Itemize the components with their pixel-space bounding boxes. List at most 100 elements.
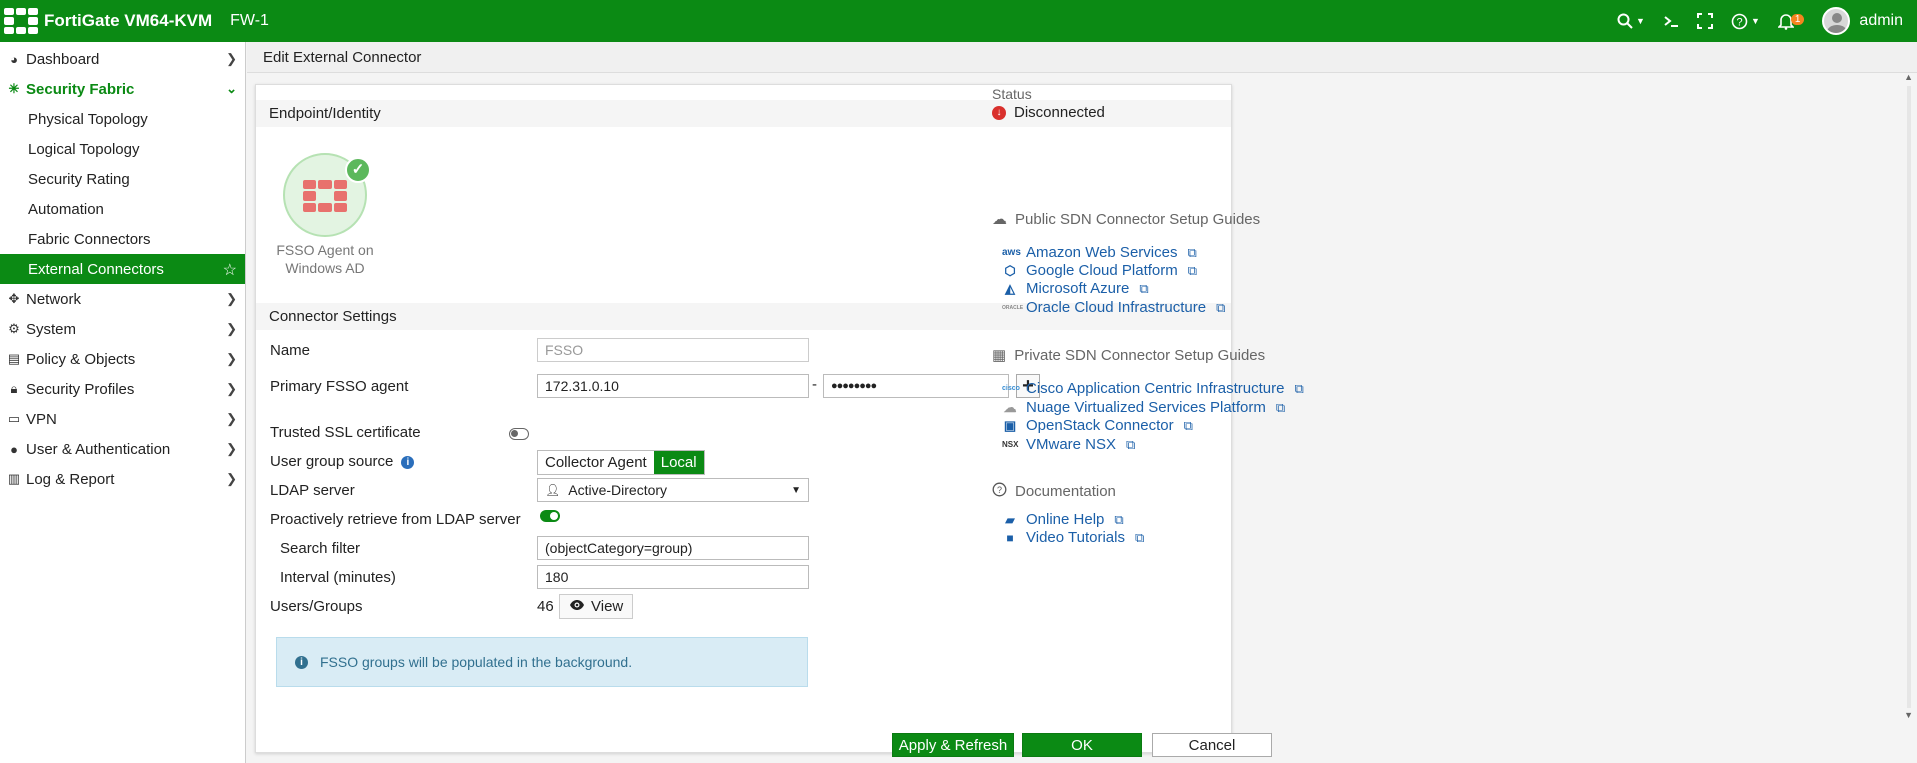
bell-icon[interactable]: 1 bbox=[1777, 13, 1805, 30]
svg-text:?: ? bbox=[997, 485, 1002, 495]
link-gcp[interactable]: ⬡ Google Cloud Platform ⧉ bbox=[1002, 262, 1197, 279]
proactive-toggle[interactable] bbox=[540, 510, 560, 522]
oracle-icon: ORACLE bbox=[1002, 304, 1024, 311]
video-icon: ■ bbox=[1006, 530, 1014, 545]
dashboard-icon: ◕ bbox=[10, 51, 18, 67]
search-icon[interactable]: ▼ bbox=[1617, 13, 1645, 29]
separator: - bbox=[812, 376, 817, 393]
link-azure[interactable]: ◭ Microsoft Azure ⧉ bbox=[1002, 280, 1149, 297]
cancel-button[interactable]: Cancel bbox=[1152, 733, 1272, 757]
cisco-icon: cisco bbox=[1002, 385, 1020, 392]
chevron-down-icon: ▼ bbox=[791, 484, 801, 496]
link-vmware-nsx[interactable]: NSX VMware NSX ⧉ bbox=[1002, 436, 1135, 453]
scrollbar[interactable] bbox=[1907, 86, 1911, 708]
star-icon[interactable]: ☆ bbox=[223, 260, 237, 280]
external-link-icon: ⧉ bbox=[1294, 380, 1304, 396]
link-openstack[interactable]: ▣ OpenStack Connector ⧉ bbox=[1002, 417, 1193, 434]
svg-text:?: ? bbox=[1736, 16, 1742, 28]
status-value: Disconnected bbox=[1014, 104, 1105, 121]
external-link-icon: ⧉ bbox=[1183, 417, 1193, 433]
documentation-header: ? Documentation bbox=[992, 482, 1116, 501]
sidebar-item-logical-topology[interactable]: Logical Topology bbox=[0, 134, 245, 164]
sidebar-item-physical-topology[interactable]: Physical Topology bbox=[0, 104, 245, 134]
external-link-icon: ⧉ bbox=[1114, 511, 1124, 527]
ok-button[interactable]: OK bbox=[1022, 733, 1142, 757]
fullscreen-icon[interactable] bbox=[1696, 13, 1713, 29]
sidebar-item-system[interactable]: ⚙ System ❯ bbox=[0, 314, 245, 344]
aws-icon: aws bbox=[1002, 247, 1021, 258]
link-aws[interactable]: aws Amazon Web Services ⧉ bbox=[1002, 244, 1197, 261]
interval-field[interactable]: 180 bbox=[537, 565, 809, 589]
search-filter-label: Search filter bbox=[280, 540, 361, 557]
sidebar-item-dashboard[interactable]: ◕ Dashboard ❯ bbox=[0, 44, 245, 74]
sidebar-item-vpn[interactable]: ▭ VPN ❯ bbox=[0, 404, 245, 434]
chevron-right-icon: ❯ bbox=[226, 291, 237, 306]
option-local[interactable]: Local bbox=[653, 451, 704, 474]
cloud-icon: ☁ bbox=[992, 211, 1007, 228]
check-icon: ✓ bbox=[345, 157, 371, 183]
ldap-server-value: Active-Directory bbox=[568, 482, 668, 498]
product-name: FortiGate VM64-KVM bbox=[44, 11, 213, 30]
chevron-right-icon: ❯ bbox=[226, 351, 237, 366]
book-icon: ▰ bbox=[1005, 512, 1015, 527]
server-icon: ▦ bbox=[992, 347, 1007, 364]
azure-icon: ◭ bbox=[1005, 280, 1015, 296]
link-oracle[interactable]: ORACLE Oracle Cloud Infrastructure ⧉ bbox=[1002, 299, 1225, 316]
sidebar-item-security-fabric[interactable]: ✳ Security Fabric ⌄ bbox=[0, 74, 245, 104]
sidebar-item-user-authentication[interactable]: ● User & Authentication ❯ bbox=[0, 434, 245, 464]
users-groups-count: 46 bbox=[537, 598, 554, 615]
view-button[interactable]: View bbox=[559, 594, 634, 619]
link-nuage[interactable]: ☁ Nuage Virtualized Services Platform ⧉ bbox=[1002, 399, 1286, 416]
help-icon[interactable]: ? ▼ bbox=[1731, 13, 1760, 30]
sidebar-item-network[interactable]: ✥ Network ❯ bbox=[0, 284, 245, 314]
apply-refresh-button[interactable]: Apply & Refresh bbox=[892, 733, 1014, 757]
tile-label: FSSO Agent on Windows AD bbox=[276, 242, 374, 276]
link-cisco-aci[interactable]: cisco Cisco Application Centric Infrastr… bbox=[1002, 380, 1304, 397]
password-field[interactable]: ●●●●●●●● bbox=[823, 374, 1009, 398]
username: admin bbox=[1859, 12, 1903, 29]
name-label: Name bbox=[270, 342, 311, 359]
top-bar: FortiGate VM64-KVM FW-1 ▼ ? ▼ 1 admin bbox=[0, 0, 1917, 42]
user-group-source-label: User group source bbox=[270, 453, 394, 470]
external-link-icon: ⧉ bbox=[1126, 436, 1136, 452]
trusted-ssl-label: Trusted SSL certificate bbox=[270, 424, 421, 441]
policy-icon: ▤ bbox=[7, 351, 21, 366]
sidebar-item-external-connectors[interactable]: External Connectors ☆ bbox=[0, 254, 245, 284]
sidebar-item-security-profiles[interactable]: 🔒︎ Security Profiles ❯ bbox=[0, 374, 245, 404]
chevron-right-icon: ❯ bbox=[226, 411, 237, 426]
scroll-down-arrow[interactable]: ▼ bbox=[1904, 710, 1913, 720]
chevron-right-icon: ❯ bbox=[226, 321, 237, 336]
cli-icon[interactable] bbox=[1663, 14, 1679, 28]
sidebar-item-policy-objects[interactable]: ▤ Policy & Objects ❯ bbox=[0, 344, 245, 374]
sidebar-item-log-report[interactable]: ▥ Log & Report ❯ bbox=[0, 464, 245, 494]
external-link-icon: ⧉ bbox=[1216, 299, 1226, 315]
private-guides-header: ▦ Private SDN Connector Setup Guides bbox=[992, 346, 1266, 365]
sidebar-item-fabric-connectors[interactable]: Fabric Connectors bbox=[0, 224, 245, 254]
public-guides-header: ☁ Public SDN Connector Setup Guides bbox=[992, 210, 1261, 229]
sidebar: ◕ Dashboard ❯ ✳ Security Fabric ⌄ Physic… bbox=[0, 42, 246, 763]
link-online-help[interactable]: ▰ Online Help ⧉ bbox=[1002, 511, 1124, 528]
primary-agent-label: Primary FSSO agent bbox=[270, 378, 409, 395]
name-field[interactable]: FSSO bbox=[537, 338, 809, 362]
info-icon[interactable]: i bbox=[401, 456, 415, 469]
search-filter-field[interactable]: (objectCategory=group) bbox=[537, 536, 809, 560]
chevron-right-icon: ❯ bbox=[226, 471, 237, 486]
scroll-up-arrow[interactable]: ▲ bbox=[1904, 72, 1913, 82]
user-icon: ● bbox=[10, 441, 18, 457]
trusted-ssl-toggle[interactable] bbox=[509, 428, 529, 440]
view-label: View bbox=[591, 598, 624, 615]
sidebar-item-automation[interactable]: Automation bbox=[0, 194, 245, 224]
link-video-tutorials[interactable]: ■ Video Tutorials ⧉ bbox=[1002, 529, 1144, 546]
interval-label: Interval (minutes) bbox=[280, 569, 396, 586]
help-circle-icon: ? bbox=[992, 482, 1007, 501]
avatar bbox=[1822, 7, 1851, 35]
option-collector-agent[interactable]: Collector Agent bbox=[538, 451, 654, 474]
external-link-icon: ⧉ bbox=[1187, 244, 1197, 260]
ldap-server-select[interactable]: 👤︎ Active-Directory ▼ bbox=[537, 478, 809, 502]
openstack-icon: ▣ bbox=[1003, 417, 1017, 433]
sidebar-item-security-rating[interactable]: Security Rating bbox=[0, 164, 245, 194]
user-group-source-row: User group source i bbox=[270, 453, 415, 470]
user-menu[interactable]: admin bbox=[1822, 7, 1903, 35]
fsso-agent-tile[interactable]: ✓ FSSO Agent on Windows AD bbox=[270, 153, 380, 277]
primary-agent-ip-field[interactable]: 172.31.0.10 bbox=[537, 374, 809, 398]
